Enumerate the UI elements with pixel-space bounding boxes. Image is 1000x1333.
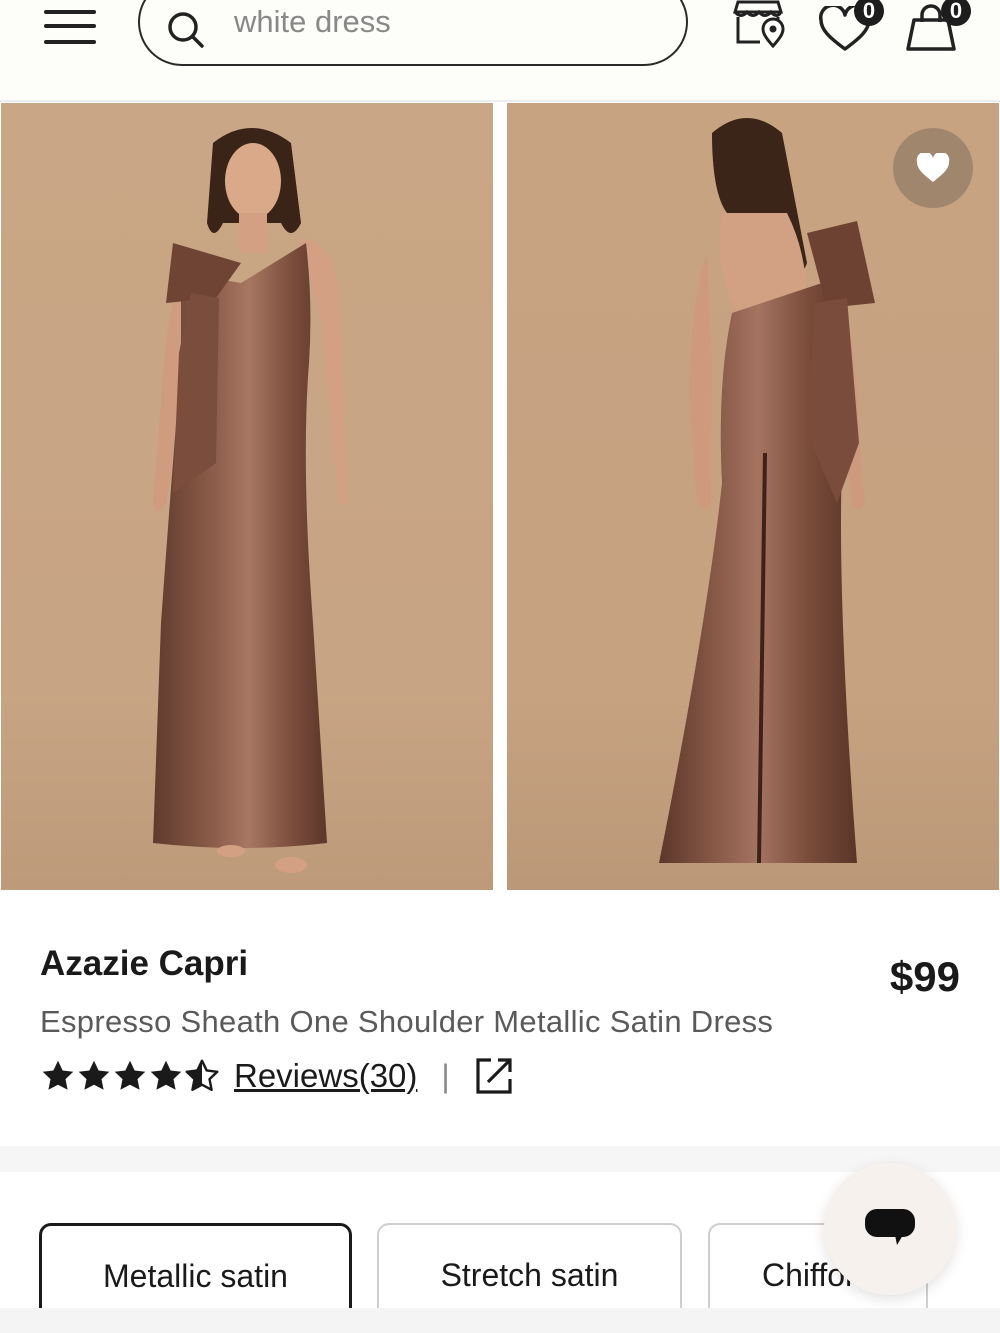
separator: |	[441, 1057, 450, 1094]
reviews-link[interactable]: Reviews(30)	[234, 1057, 417, 1095]
wishlist-count-badge: 0	[854, 0, 884, 26]
star-icon	[42, 1060, 74, 1090]
search-input[interactable]	[232, 4, 656, 40]
add-to-wishlist-button[interactable]	[893, 128, 973, 208]
half-star-icon	[185, 1059, 219, 1091]
chat-button[interactable]	[824, 1163, 956, 1295]
product-price: $99	[889, 953, 960, 1000]
star-icon	[150, 1060, 182, 1090]
share-icon[interactable]	[474, 1056, 514, 1096]
chat-bubble-icon	[865, 1209, 915, 1245]
store-locator-icon[interactable]	[730, 0, 788, 50]
search-icon[interactable]	[166, 10, 206, 50]
search-bar[interactable]	[138, 0, 688, 66]
product-name: Espresso Sheath One Shoulder Metallic Sa…	[40, 1004, 774, 1039]
rating-row: Reviews(30) |	[40, 1056, 514, 1096]
star-rating	[40, 1058, 220, 1094]
star-icon	[114, 1060, 146, 1090]
menu-icon[interactable]	[42, 4, 98, 48]
star-icon	[78, 1060, 110, 1090]
section-divider	[0, 1146, 1000, 1172]
product-brand: Azazie Capri	[40, 944, 249, 983]
cart-count-badge: 0	[941, 0, 971, 26]
product-photo-back[interactable]	[507, 103, 999, 890]
product-photo-front[interactable]	[1, 103, 493, 890]
heart-filled-icon	[916, 153, 950, 182]
bottom-bar	[0, 1308, 1000, 1333]
top-header: 0 0	[0, 0, 1000, 102]
